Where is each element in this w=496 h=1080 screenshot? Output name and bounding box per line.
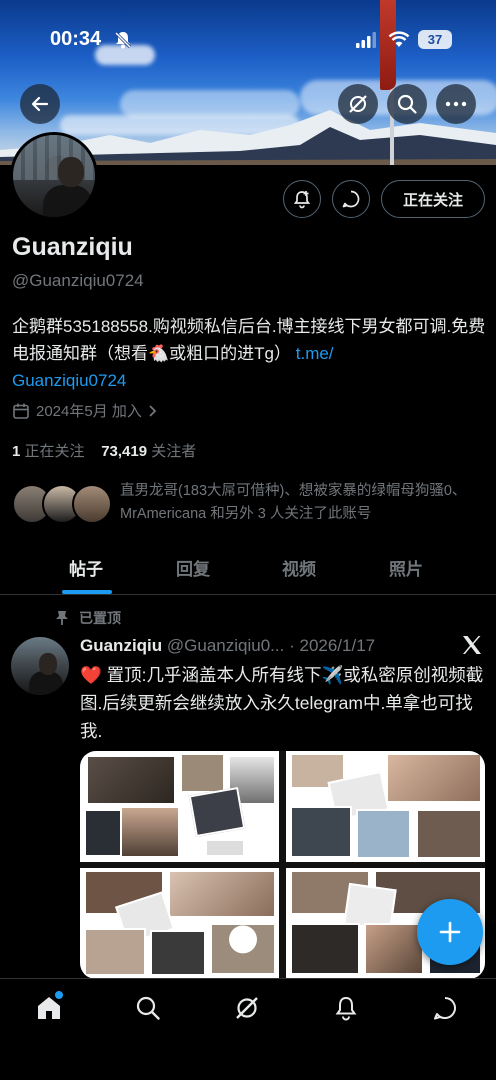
profile-handle: @Guanziqiu0724 bbox=[12, 271, 144, 290]
status-time: 00:34 bbox=[50, 28, 102, 50]
calendar-icon bbox=[13, 403, 29, 419]
tab-posts[interactable]: 帖子 bbox=[69, 555, 103, 580]
nav-grok[interactable] bbox=[232, 993, 262, 1023]
joined-date: 2024年5月 加入 bbox=[12, 400, 158, 421]
followers-count: 73,419 bbox=[101, 443, 148, 460]
joined-text: 2024年5月 加入 bbox=[36, 403, 142, 420]
back-button[interactable] bbox=[20, 84, 60, 124]
notification-add-icon bbox=[293, 191, 311, 209]
mutual-avatar bbox=[72, 484, 112, 524]
notification-subscribe-button[interactable] bbox=[283, 180, 321, 218]
post-author-name[interactable]: Guanziqiu bbox=[80, 636, 162, 655]
following-count: 1 bbox=[12, 443, 21, 460]
post-text: ❤️ 置顶:几乎涵盖本人所有线下✈️或私密原创视频截图.后续更新会继续放入永久t… bbox=[80, 665, 484, 741]
following-label: 正在关注 bbox=[24, 443, 85, 460]
pin-icon bbox=[56, 611, 68, 625]
more-button[interactable] bbox=[436, 84, 476, 124]
media-image[interactable] bbox=[80, 868, 279, 979]
post-date[interactable]: 2026/1/17 bbox=[299, 636, 375, 655]
silent-mode-icon bbox=[114, 31, 132, 49]
grok-button[interactable] bbox=[338, 84, 378, 124]
tab-photos[interactable]: 照片 bbox=[389, 555, 423, 580]
mutual-followers[interactable]: 直男龙哥(183大屌可借种)、想被家暴的绿帽母狗骚0、MrAmericana 和… bbox=[12, 480, 492, 530]
search-button[interactable] bbox=[387, 84, 427, 124]
wifi-icon bbox=[388, 31, 410, 47]
compose-button[interactable] bbox=[417, 899, 483, 965]
chevron-right-icon bbox=[149, 404, 157, 417]
following-button[interactable]: 正在关注 bbox=[381, 180, 485, 218]
post-header: Guanziqiu @Guanziqiu0... · 2026/1/17 bbox=[80, 636, 450, 656]
tab-videos[interactable]: 视频 bbox=[282, 555, 316, 580]
post-author-handle[interactable]: @Guanziqiu0... bbox=[167, 636, 284, 655]
tab-replies[interactable]: 回复 bbox=[176, 555, 210, 580]
profile-bio: 企鹅群535188558.购视频私信后台.博主接线下男女都可调.免费电报通知群（… bbox=[12, 313, 487, 394]
search-icon bbox=[397, 94, 417, 114]
bell-icon bbox=[335, 996, 357, 1021]
active-tab-indicator bbox=[62, 590, 112, 594]
x-logo-icon bbox=[463, 636, 481, 654]
bio-text: 企鹅群535188558.购视频私信后台.博主接线下男女都可调.免费电报通知群（… bbox=[12, 317, 486, 363]
profile-name: Guanziqiu bbox=[12, 233, 133, 261]
grok-icon bbox=[349, 95, 367, 113]
nav-explore[interactable] bbox=[133, 993, 163, 1023]
mutual-followers-text: 直男龙哥(183大屌可借种)、想被家暴的绿帽母狗骚0、MrAmericana 和… bbox=[120, 483, 467, 522]
grok-nav-icon bbox=[236, 997, 258, 1019]
more-icon bbox=[445, 101, 467, 107]
post-separator: · bbox=[289, 636, 295, 655]
nav-messages[interactable] bbox=[430, 993, 460, 1023]
back-arrow-icon bbox=[31, 96, 49, 112]
following-link[interactable]: 1 正在关注 bbox=[12, 443, 85, 460]
signal-icon bbox=[356, 32, 376, 48]
mail-icon bbox=[434, 997, 456, 1020]
profile-avatar[interactable] bbox=[10, 132, 98, 220]
message-icon bbox=[342, 190, 360, 208]
battery-indicator: 37 bbox=[418, 30, 452, 49]
pinned-indicator: 已置顶 bbox=[55, 608, 121, 628]
bottom-navigation bbox=[0, 978, 496, 1080]
follow-counts: 1 正在关注 73,419 关注者 bbox=[12, 440, 196, 461]
explore-icon bbox=[136, 996, 160, 1020]
home-notification-dot bbox=[55, 991, 63, 999]
post-author-avatar[interactable] bbox=[11, 637, 69, 695]
profile-tabs: 帖子 回复 视频 照片 bbox=[0, 543, 496, 595]
plus-icon bbox=[439, 921, 461, 943]
media-image[interactable] bbox=[286, 751, 485, 862]
followers-label: 关注者 bbox=[151, 443, 197, 460]
nav-notifications[interactable] bbox=[331, 993, 361, 1023]
status-bar: 00:34 37 bbox=[0, 26, 496, 56]
followers-link[interactable]: 73,419 关注者 bbox=[101, 443, 196, 460]
media-image[interactable] bbox=[80, 751, 279, 862]
pinned-label: 已置顶 bbox=[79, 610, 121, 626]
message-button[interactable] bbox=[332, 180, 370, 218]
